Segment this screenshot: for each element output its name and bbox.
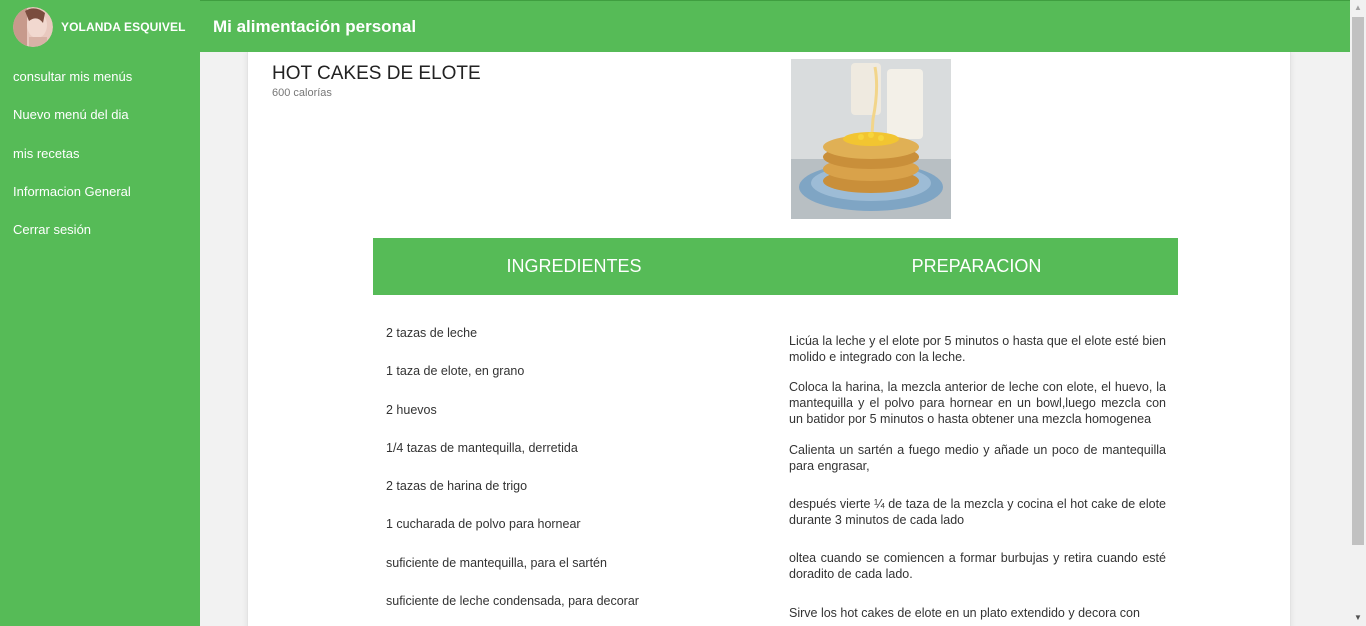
preparation-step: oltea cuando se comiencen a formar burbu… [789,551,1166,581]
ingredients-header: INGREDIENTES [506,256,642,276]
preparation-step: después vierte ¼ de taza de la mezcla y … [789,497,1166,527]
scroll-down-arrow-icon[interactable]: ▼ [1350,610,1366,626]
ingredient-item: 1 cucharada de polvo para hornear [386,517,581,532]
scrollbar-thumb[interactable] [1352,17,1364,545]
sidebar-item-consultar-menus[interactable]: consultar mis menús [0,58,200,96]
ingredient-item: 2 huevos [386,402,437,417]
ingredient-item: 2 tazas de leche [386,326,478,340]
preparation-header: PREPARACION [911,256,1042,276]
ingredient-item: suficiente de mantequilla, para el sarté… [386,555,607,570]
main-content: HOT CAKES DE ELOTE 600 calorías INGREDIE… [200,52,1350,626]
page-title: Mi alimentación personal [213,17,417,36]
preparation-step: Sirve los hot cakes de elote en un plato… [789,606,1140,620]
sidebar-item-nuevo-menu[interactable]: Nuevo menú del dia [0,96,200,134]
sidebar-item-mis-recetas[interactable]: mis recetas [0,135,200,173]
scroll-up-arrow-icon[interactable]: ▲ [1350,0,1366,16]
page-scrollbar[interactable]: ▲ ▼ [1350,0,1366,626]
sidebar-item-cerrar-sesion[interactable]: Cerrar sesión [0,211,200,249]
sidebar: YOLANDA ESQUIVEL consultar mis menús Nue… [0,0,200,626]
ingredient-item: suficiente de leche condensada, para dec… [386,594,639,609]
preparation-step: Calienta un sartén a fuego medio y añade… [789,443,1166,473]
top-bar: Mi alimentación personal [200,0,1350,52]
recipe-photo [791,59,951,219]
preparation-step: Licúa la leche y el elote por 5 minutos … [789,334,1166,364]
recipe-title: HOT CAKES DE ELOTE [272,63,481,84]
sidebar-item-informacion-general[interactable]: Informacion General [0,173,200,211]
ingredient-item: 1 taza de elote, en grano [386,364,525,379]
preparation-step: Coloca la harina, la mezcla anterior de … [789,380,1166,426]
ingredient-item: 1/4 tazas de mantequilla, derretida [386,440,578,455]
recipe-section-header: INGREDIENTES PREPARACION [373,238,1178,295]
avatar [13,7,53,47]
sidebar-nav: consultar mis menús Nuevo menú del dia m… [0,58,200,249]
recipe-card: HOT CAKES DE ELOTE 600 calorías INGREDIE… [247,52,1291,626]
ingredient-item: 2 tazas de harina de trigo [386,479,528,494]
ingredients-list: 2 tazas de leche 1 taza de elote, en gra… [386,323,766,626]
user-name: YOLANDA ESQUIVEL [61,20,186,34]
recipe-calories: 600 calorías [272,87,332,99]
user-profile: YOLANDA ESQUIVEL [13,6,186,48]
